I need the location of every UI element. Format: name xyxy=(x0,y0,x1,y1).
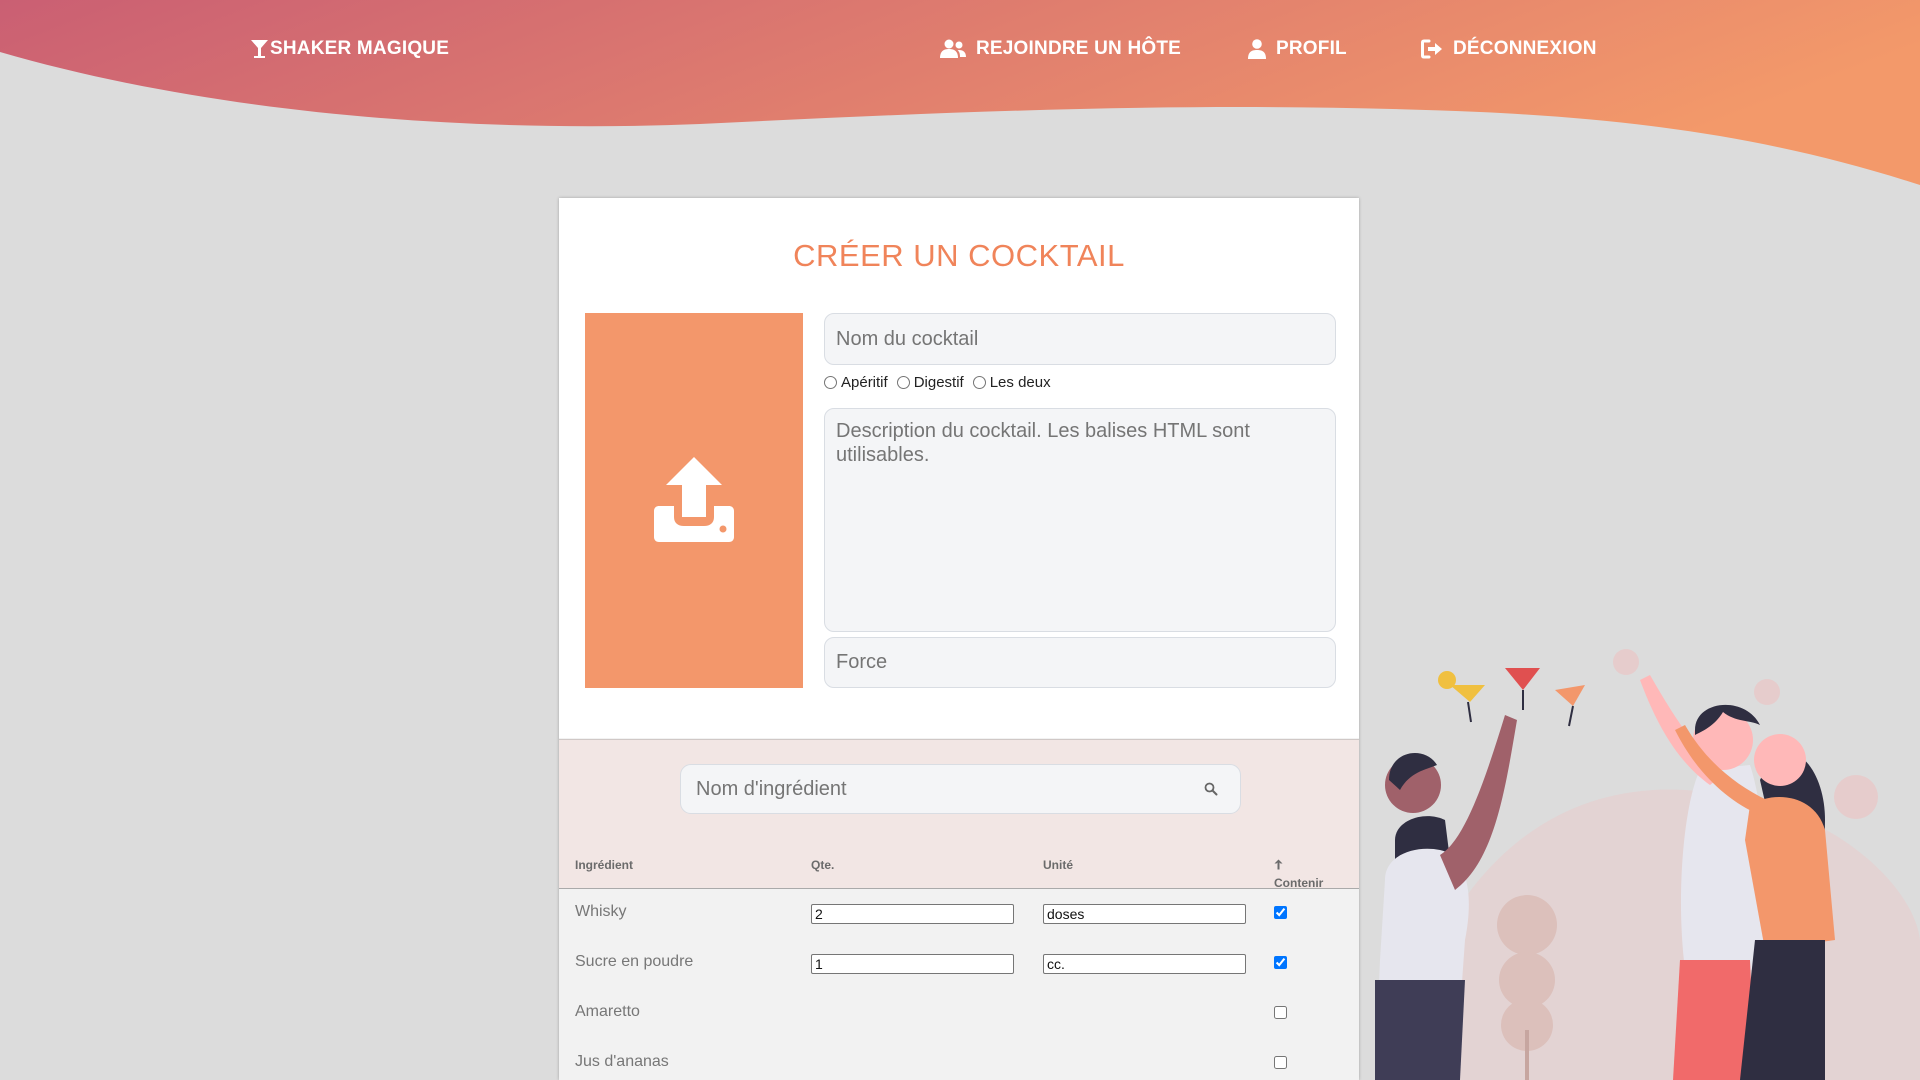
header-contain-label: Contenir xyxy=(1274,876,1324,890)
profile-link[interactable]: PROFIL xyxy=(1248,38,1347,60)
radio-les-deux[interactable]: Les deux xyxy=(972,374,1051,391)
ingredient-search-input[interactable] xyxy=(681,765,1181,813)
quantity-input[interactable] xyxy=(811,954,1014,974)
logout-icon xyxy=(1421,39,1442,59)
table-row: Sucre en poudre xyxy=(559,939,1359,989)
unit-input[interactable] xyxy=(1043,954,1246,974)
ingredient-name: Jus d'ananas xyxy=(575,1053,669,1070)
ingredient-name: Sucre en poudre xyxy=(575,953,694,970)
users-icon xyxy=(940,39,966,58)
contain-checkbox[interactable] xyxy=(1274,1006,1287,1019)
join-host-link[interactable]: REJOINDRE UN HÔTE xyxy=(940,38,1181,60)
arrow-up-icon xyxy=(1274,859,1283,870)
table-row: Jus d'ananas xyxy=(559,1039,1359,1080)
ingredient-name: Whisky xyxy=(575,903,627,920)
logout-label: DÉCONNEXION xyxy=(1453,38,1597,59)
cocktail-form-section: CRÉER UN COCKTAIL Apéritif Digestif Les … xyxy=(559,198,1359,738)
cocktail-description-input[interactable] xyxy=(824,408,1336,632)
ingredient-name: Amaretto xyxy=(575,1003,640,1020)
cocktail-icon xyxy=(251,40,268,58)
image-upload-button[interactable] xyxy=(585,313,803,688)
create-cocktail-card: CRÉER UN COCKTAIL Apéritif Digestif Les … xyxy=(559,198,1359,1080)
header-contain-sort[interactable]: Contenir xyxy=(1274,858,1323,890)
table-row: Amaretto xyxy=(559,989,1359,1039)
header-wave xyxy=(0,0,1920,185)
join-host-label: REJOINDRE UN HÔTE xyxy=(976,38,1182,59)
profile-label: PROFIL xyxy=(1276,38,1347,59)
brand-label: SHAKER MAGIQUE xyxy=(270,38,450,59)
search-icon[interactable] xyxy=(1204,782,1218,796)
contain-checkbox[interactable] xyxy=(1274,1056,1287,1069)
cocktail-type-radio-group: Apéritif Digestif Les deux xyxy=(824,374,1060,391)
user-icon xyxy=(1248,39,1266,59)
ingredient-search-bar xyxy=(559,739,1359,841)
contain-checkbox[interactable] xyxy=(1274,906,1287,919)
logout-link[interactable]: DÉCONNEXION xyxy=(1421,38,1597,60)
radio-les-deux-input[interactable] xyxy=(972,376,986,389)
upload-icon xyxy=(654,457,734,542)
radio-aperitif[interactable]: Apéritif xyxy=(824,374,888,391)
page-title: CRÉER UN COCKTAIL xyxy=(793,238,1125,273)
brand-link[interactable]: SHAKER MAGIQUE xyxy=(250,38,449,60)
header-quantity: Qte. xyxy=(811,858,835,872)
radio-digestif-input[interactable] xyxy=(896,376,910,389)
radio-aperitif-input[interactable] xyxy=(824,376,837,389)
header-unit: Unité xyxy=(1043,858,1073,872)
contain-checkbox[interactable] xyxy=(1274,956,1287,969)
quantity-input[interactable] xyxy=(811,904,1014,924)
header-ingredient: Ingrédient xyxy=(575,858,634,872)
cocktail-force-input[interactable] xyxy=(824,637,1336,688)
ingredient-search-box xyxy=(680,764,1241,814)
table-row: Whisky xyxy=(559,889,1359,939)
ingredients-table-header: Ingrédient Qte. Unité Contenir xyxy=(559,840,1359,890)
cocktail-name-input[interactable] xyxy=(824,313,1336,365)
unit-input[interactable] xyxy=(1043,904,1246,924)
radio-digestif[interactable]: Digestif xyxy=(896,374,964,391)
cheers-illustration xyxy=(1375,649,1920,1080)
